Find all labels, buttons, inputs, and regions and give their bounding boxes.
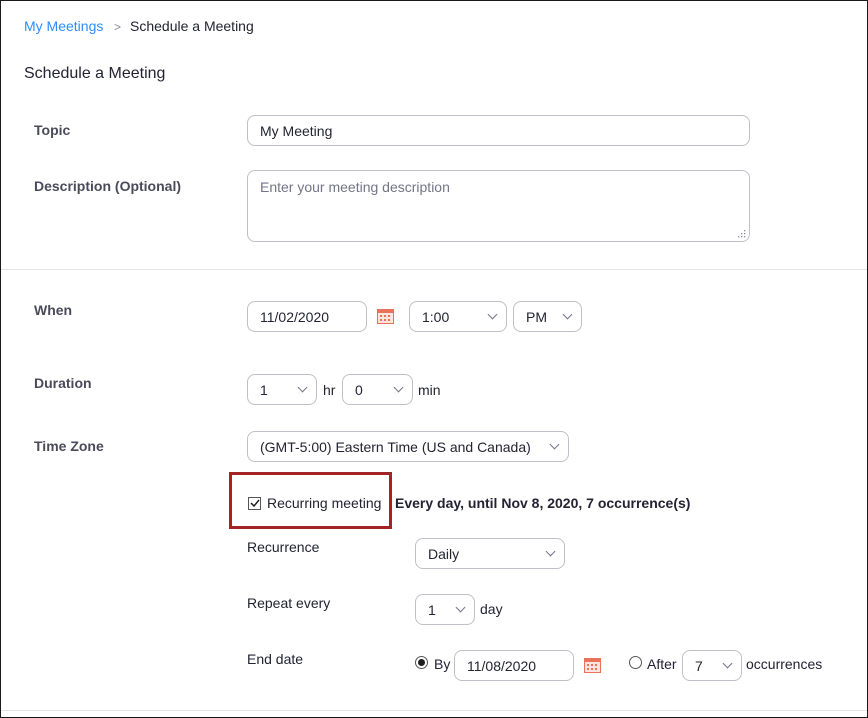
repeat-every-label: Repeat every [247,595,331,611]
recurring-label[interactable]: Recurring meeting [267,495,381,511]
end-date-by-input[interactable]: 11/08/2020 [454,650,574,681]
recurring-checkbox[interactable] [248,497,261,510]
duration-hours-select[interactable]: 1 [247,374,317,405]
repeat-every-unit: day [480,601,503,617]
page-title: Schedule a Meeting [24,65,166,82]
end-date-by-value: 11/08/2020 [467,657,537,674]
duration-minutes-select[interactable]: 0 [342,374,413,405]
chevron-down-icon [297,382,308,393]
end-date-after-label[interactable]: After [647,656,677,672]
repeat-every-select[interactable]: 1 [415,594,475,625]
end-date-after-value: 7 [695,657,703,674]
when-ampm-select[interactable]: PM [513,301,582,332]
duration-hours-unit: hr [323,382,336,398]
chevron-down-icon [549,439,560,450]
recurrence-value: Daily [428,545,460,562]
duration-minutes-unit: min [418,382,441,398]
when-label: When [34,302,73,318]
chevron-down-icon [455,602,466,613]
calendar-icon[interactable] [584,657,601,673]
description-textarea[interactable] [247,170,750,242]
when-time-value: 1:00 [422,308,450,325]
end-date-label: End date [247,651,304,667]
chevron-down-icon [487,309,498,320]
breadcrumb-separator: > [114,20,122,34]
section-divider [1,269,867,270]
bottom-divider [1,710,867,711]
recurrence-select[interactable]: Daily [415,538,565,569]
end-date-after-select[interactable]: 7 [682,650,742,681]
calendar-icon[interactable] [377,308,394,324]
chevron-down-icon [393,382,404,393]
repeat-every-value: 1 [428,601,436,618]
recurring-summary: Every day, until Nov 8, 2020, 7 occurren… [395,495,691,511]
breadcrumb-current: Schedule a Meeting [130,18,254,34]
recurrence-label: Recurrence [247,539,320,555]
when-date-value: 11/02/2020 [260,308,330,325]
resize-grip-icon[interactable] [738,230,746,238]
description-label: Description (Optional) [34,178,181,194]
timezone-value: (GMT-5:00) Eastern Time (US and Canada) [260,438,531,455]
timezone-label: Time Zone [34,438,104,454]
timezone-select[interactable]: (GMT-5:00) Eastern Time (US and Canada) [247,431,569,462]
topic-input[interactable] [247,115,750,146]
chevron-down-icon [545,546,556,557]
breadcrumb-my-meetings-link[interactable]: My Meetings [24,18,103,34]
topic-label: Topic [34,122,71,138]
end-date-by-label[interactable]: By [434,656,450,672]
end-date-by-radio[interactable] [415,656,428,669]
duration-hours-value: 1 [260,381,268,398]
chevron-down-icon [722,658,733,669]
description-wrapper [247,170,750,242]
when-date-input[interactable]: 11/02/2020 [247,301,367,332]
when-time-select[interactable]: 1:00 [409,301,507,332]
chevron-down-icon [562,309,573,320]
checkmark-icon [250,499,260,508]
duration-minutes-value: 0 [355,381,363,398]
end-date-occurrences-label: occurrences [746,656,823,672]
duration-label: Duration [34,375,92,391]
when-ampm-value: PM [526,308,547,325]
end-date-after-radio[interactable] [629,656,642,669]
